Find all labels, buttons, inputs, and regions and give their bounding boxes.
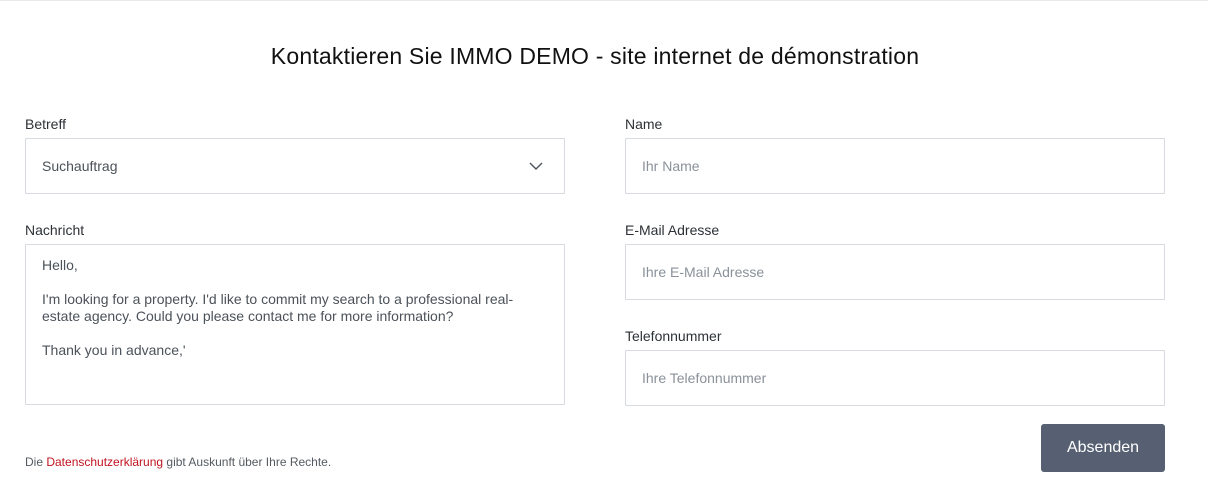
name-label: Name <box>625 116 663 132</box>
email-label: E-Mail Adresse <box>625 222 720 238</box>
privacy-notice: Die Datenschutzerklärung gibt Auskunft ü… <box>25 455 331 469</box>
contact-form-page: Kontaktieren Sie IMMO DEMO - site intern… <box>0 0 1208 503</box>
name-input[interactable] <box>625 138 1165 194</box>
message-label: Nachricht <box>25 222 85 238</box>
subject-select[interactable]: Suchauftrag <box>25 138 565 194</box>
submit-button[interactable]: Absenden <box>1041 424 1165 472</box>
email-input[interactable] <box>625 244 1165 300</box>
privacy-policy-link[interactable]: Datenschutzerklärung <box>46 455 163 469</box>
phone-label: Telefonnummer <box>625 328 722 344</box>
privacy-suffix: gibt Auskunft über Ihre Rechte. <box>163 455 332 469</box>
subject-selected-value: Suchauftrag <box>42 158 118 174</box>
page-title: Kontaktieren Sie IMMO DEMO - site intern… <box>270 43 920 69</box>
subject-label: Betreff <box>25 116 66 132</box>
message-textarea[interactable]: Hello, I'm looking for a property. I'd l… <box>25 244 565 405</box>
chevron-down-icon <box>529 162 543 170</box>
privacy-prefix: Die <box>25 455 47 469</box>
phone-input[interactable] <box>625 350 1165 406</box>
